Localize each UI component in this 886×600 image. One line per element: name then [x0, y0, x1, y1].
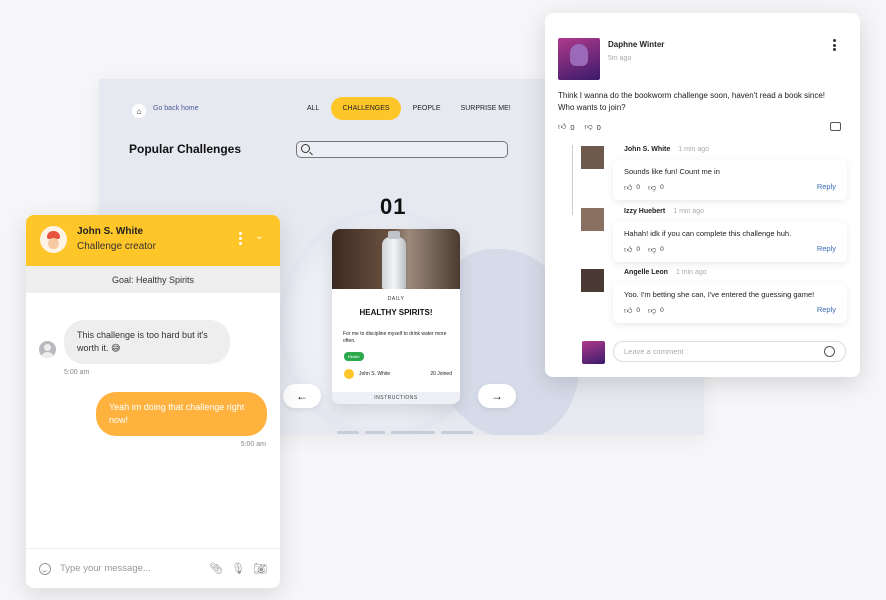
microphone-icon[interactable]: 🎙︎: [231, 562, 245, 575]
chat-goal: Goal: Healthy Spirits: [26, 266, 280, 293]
reply-box: Hahah! idk if you can complete this chal…: [613, 222, 847, 263]
avatar: [344, 369, 354, 379]
comment-text: Think I wanna do the bookworm challenge …: [558, 91, 826, 112]
comment-time: 5m ago: [608, 55, 632, 62]
tab-surprise-me[interactable]: SURPRISE ME!: [453, 98, 519, 119]
message-input[interactable]: Type your message...: [60, 563, 201, 574]
thumbs-up-icon[interactable]: 👍︎: [558, 122, 566, 132]
like-count: 0: [636, 245, 640, 253]
dislike-count: 0: [660, 306, 664, 314]
thumbs-down-icon[interactable]: 👎︎: [648, 305, 656, 317]
reply-author-name: Angelle Leon: [624, 269, 668, 276]
card-footer: John S. White 20 Joined: [344, 369, 452, 379]
comment-icon[interactable]: [830, 122, 841, 131]
user-icon: [39, 341, 56, 358]
reply-text: Yoo. I'm betting she can, I've entered t…: [624, 290, 815, 299]
thumbs-up-icon[interactable]: 👍︎: [624, 244, 632, 256]
thumbs-up-icon[interactable]: 👍︎: [624, 182, 632, 194]
thumbs-up-icon[interactable]: 👍︎: [624, 305, 632, 317]
message-bubble-sent: Yeah im doing that challenge right now!: [96, 392, 267, 437]
message-bubble-received: This challenge is too hard but it's wort…: [64, 320, 230, 365]
reply-author: Angelle Leon 1 min ago: [624, 269, 707, 276]
reply-reactions: 👍︎ 0 👎︎ 0 Reply: [624, 244, 836, 256]
chat-input-bar: Type your message... 📎︎ 🎙︎ 📷︎: [26, 548, 280, 588]
thread-line: [572, 145, 573, 215]
comment-panel: Daphne Winter 5m ago Think I wanna do th…: [545, 13, 860, 377]
like-count: 0: [636, 306, 640, 314]
reply-text: Sounds like fun! Count me in: [624, 167, 720, 176]
avatar: [558, 38, 600, 80]
card-joined: 20 Joined: [430, 371, 452, 377]
avatar: [581, 208, 604, 231]
thumbs-down-icon[interactable]: 👎︎: [585, 122, 593, 132]
chat-contact-role: Challenge creator: [77, 241, 156, 252]
chat-window: John S. White Challenge creator ⌄ Goal: …: [26, 215, 280, 588]
reply-time: 1 min ago: [673, 208, 704, 215]
reply-author: Izzy Huebert 1 min ago: [624, 208, 704, 215]
card-category: DAILY: [387, 296, 405, 302]
challenge-counter: 01: [380, 194, 407, 219]
message-time: 5:00 am: [64, 369, 90, 376]
card-tag: Health: [344, 352, 364, 361]
avatar: [40, 226, 67, 253]
chevron-down-icon[interactable]: ⌄: [255, 231, 263, 242]
chat-header: John S. White Challenge creator ⌄: [26, 215, 280, 266]
avatar: [581, 146, 604, 169]
dislike-count: 0: [660, 183, 664, 191]
chat-contact-name: John S. White: [77, 226, 144, 237]
avatar: [582, 341, 605, 364]
comment-input-placeholder: Leave a comment: [624, 347, 684, 356]
reply-author-name: Izzy Huebert: [624, 208, 666, 215]
thumbs-down-icon[interactable]: 👎︎: [648, 182, 656, 194]
comment-reactions: 👍︎ 0 👎︎ 0: [558, 122, 601, 132]
instructions-button[interactable]: INSTRUCTIONS: [332, 392, 460, 404]
nav-tabs: ALL CHALLENGES PEOPLE SURPRISE ME!: [299, 97, 519, 120]
prev-button[interactable]: ←: [283, 384, 321, 408]
more-options-icon[interactable]: [239, 232, 242, 247]
home-icon[interactable]: ⌂: [132, 104, 146, 118]
tab-people[interactable]: PEOPLE: [405, 98, 449, 119]
like-count: 0: [636, 183, 640, 191]
tab-challenges[interactable]: CHALLENGES: [331, 97, 401, 120]
pagination-dots: [337, 431, 473, 434]
reply-reactions: 👍︎ 0 👎︎ 0 Reply: [624, 182, 836, 194]
avatar: [581, 269, 604, 292]
card-creator: John S. White: [359, 371, 391, 377]
reply-author-name: John S. White: [624, 146, 671, 153]
search-icon: [301, 144, 310, 153]
thumbs-down-icon[interactable]: 👎︎: [648, 244, 656, 256]
reply-time: 1 min ago: [675, 269, 707, 276]
reply-button[interactable]: Reply: [817, 182, 836, 193]
reply-button[interactable]: Reply: [817, 244, 836, 255]
like-count: 0: [570, 122, 575, 132]
reply-reactions: 👍︎ 0 👎︎ 0 Reply: [624, 305, 836, 317]
message-time: 5:00 am: [240, 441, 266, 448]
reply-text: Hahah! idk if you can complete this chal…: [624, 229, 792, 238]
dislike-count: 0: [660, 245, 664, 253]
challenge-card[interactable]: DAILY HEALTHY SPIRITS! For me to discipl…: [332, 229, 460, 404]
next-button[interactable]: →: [478, 384, 516, 408]
card-image: [332, 229, 460, 289]
comment-input[interactable]: Leave a comment: [613, 341, 846, 362]
camera-icon[interactable]: 📷︎: [253, 562, 267, 575]
more-options-icon[interactable]: [833, 39, 836, 53]
reply-author: John S. White 1 min ago: [624, 146, 709, 153]
comment-author: Daphne Winter: [608, 40, 665, 49]
reply-button[interactable]: Reply: [817, 305, 836, 316]
attachment-icon[interactable]: 📎︎: [209, 562, 223, 575]
go-back-link[interactable]: Go back home: [153, 105, 199, 112]
page-title: Popular Challenges: [129, 142, 242, 156]
emoji-icon[interactable]: [39, 562, 51, 575]
search-input[interactable]: [296, 141, 508, 158]
card-description: For me to discipline myself to drink wat…: [343, 331, 447, 344]
tab-all[interactable]: ALL: [299, 98, 327, 119]
card-title: HEALTHY SPIRITS!: [359, 308, 433, 317]
reply-box: Yoo. I'm betting she can, I've entered t…: [613, 283, 847, 324]
reply-time: 1 min ago: [678, 146, 710, 153]
dislike-count: 0: [596, 122, 601, 132]
reply-box: Sounds like fun! Count me in 👍︎ 0 👎︎ 0 Rep…: [613, 160, 847, 201]
emoji-icon[interactable]: [824, 346, 835, 357]
